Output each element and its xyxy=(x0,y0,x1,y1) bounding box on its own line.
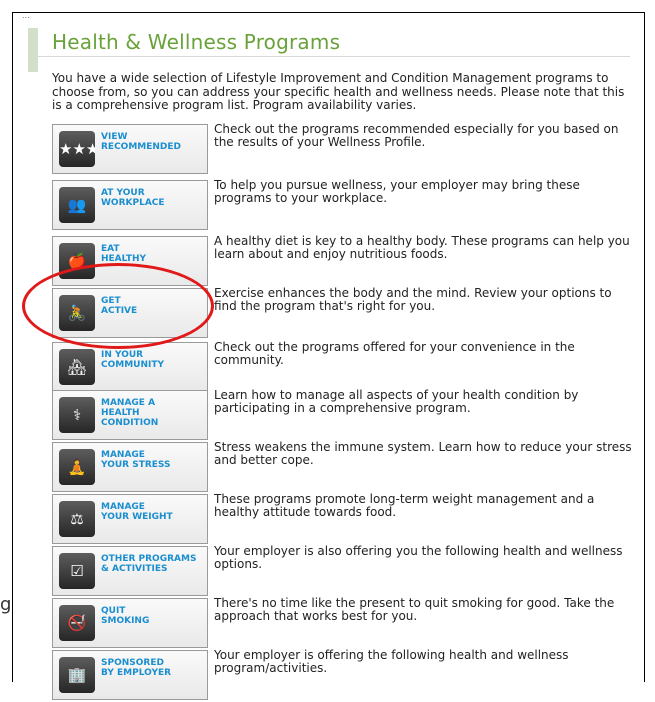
program-row: ⚖ MANAGE YOUR WEIGHT These programs prom… xyxy=(52,492,632,546)
title-divider xyxy=(38,56,630,57)
at-your-workplace-button[interactable]: 👥 AT YOUR WORKPLACE xyxy=(52,180,208,230)
program-description: There's no time like the present to quit… xyxy=(214,596,615,623)
button-label: EAT HEALTHY xyxy=(101,244,147,264)
building-icon: 🏢 xyxy=(59,657,95,693)
program-row: 🚭 QUIT SMOKING There's no time like the … xyxy=(52,596,632,650)
program-description: Exercise enhances the body and the mind.… xyxy=(214,286,612,313)
program-row: ⚕ MANAGE A HEALTH CONDITION Learn how to… xyxy=(52,388,632,442)
program-row: 🏘 IN YOUR COMMUNITY Check out the progra… xyxy=(52,340,632,394)
button-label: QUIT SMOKING xyxy=(101,606,150,626)
program-description: Your employer is also offering you the f… xyxy=(214,544,623,571)
checklist-icon: ☑ xyxy=(59,553,95,589)
program-description: A healthy diet is key to a healthy body.… xyxy=(214,234,630,261)
manage-your-stress-button[interactable]: 🧘 MANAGE YOUR STRESS xyxy=(52,442,208,492)
manage-health-condition-button[interactable]: ⚕ MANAGE A HEALTH CONDITION xyxy=(52,390,208,440)
program-description: Learn how to manage all aspects of your … xyxy=(214,388,579,415)
program-description: Check out the programs offered for your … xyxy=(214,340,575,367)
annotation-circle xyxy=(22,263,214,349)
button-label: AT YOUR WORKPLACE xyxy=(101,188,165,208)
button-label: MANAGE YOUR STRESS xyxy=(101,450,171,470)
page-title: Health & Wellness Programs xyxy=(52,30,341,54)
quit-smoking-button[interactable]: 🚭 QUIT SMOKING xyxy=(52,598,208,648)
button-label: VIEW RECOMMENDED xyxy=(101,132,182,152)
sponsored-by-employer-button[interactable]: 🏢 SPONSORED BY EMPLOYER xyxy=(52,650,208,700)
intro-text: You have a wide selection of Lifestyle I… xyxy=(52,71,625,112)
doctor-icon: ⚕ xyxy=(59,397,95,433)
program-row: ★★★ VIEW RECOMMENDED Check out the progr… xyxy=(52,122,632,176)
meditation-icon: 🧘 xyxy=(59,449,95,485)
view-recommended-button[interactable]: ★★★ VIEW RECOMMENDED xyxy=(52,124,208,174)
stray-text: g xyxy=(0,594,12,615)
program-description: To help you pursue wellness, your employ… xyxy=(214,178,580,205)
program-row: 🏢 SPONSORED BY EMPLOYER Your employer is… xyxy=(52,648,632,702)
program-description: These programs promote long-term weight … xyxy=(214,492,595,519)
manage-your-weight-button[interactable]: ⚖ MANAGE YOUR WEIGHT xyxy=(52,494,208,544)
breadcrumb: ... xyxy=(22,12,30,20)
program-row: ☑ OTHER PROGRAMS & ACTIVITIES Your emplo… xyxy=(52,544,632,598)
title-accent-bar xyxy=(28,28,38,72)
in-your-community-button[interactable]: 🏘 IN YOUR COMMUNITY xyxy=(52,342,208,392)
button-label: MANAGE A HEALTH CONDITION xyxy=(101,398,159,428)
scale-icon: ⚖ xyxy=(59,501,95,537)
people-group-icon: 👥 xyxy=(59,187,95,223)
other-programs-activities-button[interactable]: ☑ OTHER PROGRAMS & ACTIVITIES xyxy=(52,546,208,596)
program-description: Stress weakens the immune system. Learn … xyxy=(214,440,632,467)
button-label: IN YOUR COMMUNITY xyxy=(101,350,165,370)
program-row: 👥 AT YOUR WORKPLACE To help you pursue w… xyxy=(52,178,632,232)
button-label: SPONSORED BY EMPLOYER xyxy=(101,658,172,678)
three-stars-icon: ★★★ xyxy=(59,131,95,167)
no-smoking-icon: 🚭 xyxy=(59,605,95,641)
program-row: 🧘 MANAGE YOUR STRESS Stress weakens the … xyxy=(52,440,632,494)
program-description: Your employer is offering the following … xyxy=(214,648,569,675)
program-description: Check out the programs recommended espec… xyxy=(214,122,619,149)
button-label: OTHER PROGRAMS & ACTIVITIES xyxy=(101,554,197,574)
button-label: MANAGE YOUR WEIGHT xyxy=(101,502,173,522)
houses-icon: 🏘 xyxy=(59,349,95,385)
